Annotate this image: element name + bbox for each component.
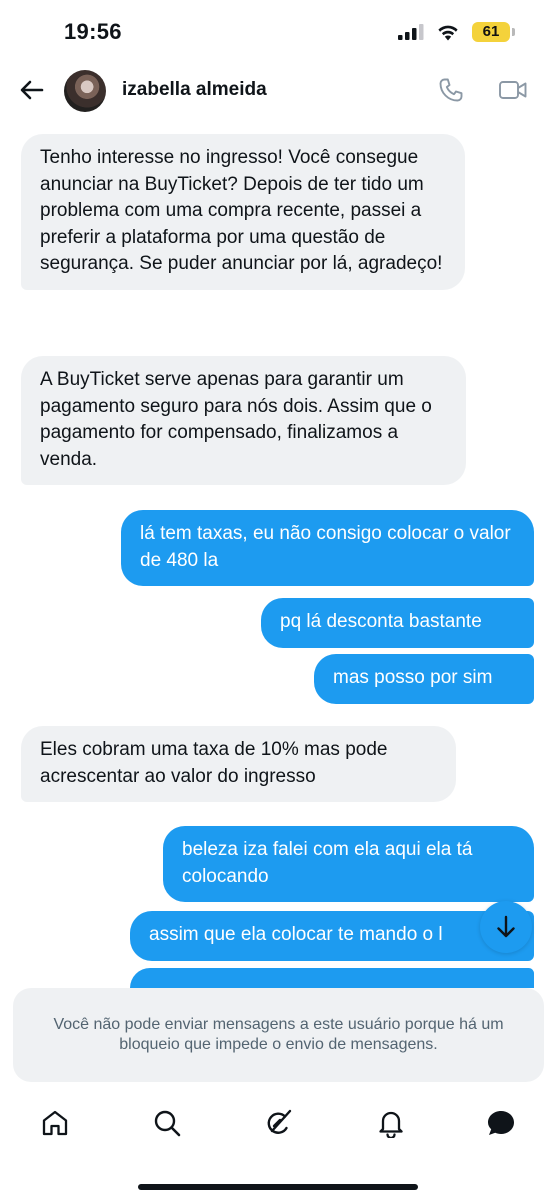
message-list[interactable]: Tenho interesse no ingresso! Você conseg… [0,118,555,988]
blocked-notice-text: Você não pode enviar mensagens a este us… [53,1016,504,1053]
bottom-navigation [0,1098,555,1154]
phone-icon[interactable] [438,77,464,103]
message-incoming[interactable]: A BuyTicket serve apenas para garantir u… [21,356,466,485]
avatar[interactable] [64,70,106,112]
arrow-down-icon [497,915,515,938]
message-incoming[interactable]: Eles cobram uma taxa de 10% mas pode acr… [21,726,456,802]
messages-icon[interactable] [486,1108,516,1138]
message-outgoing[interactable] [130,968,534,988]
search-icon[interactable] [152,1108,182,1138]
message-outgoing[interactable]: beleza iza falei com ela aqui ela tá col… [163,826,534,902]
status-bar: 19:56 61 [0,0,555,62]
blocked-notice: Você não pode enviar mensagens a este us… [13,988,544,1082]
contact-name[interactable]: izabella almeida [122,79,267,101]
video-camera-icon[interactable] [498,77,528,103]
wifi-icon [438,25,458,41]
battery-cap [512,28,515,36]
chat-header: izabella almeida [0,62,555,118]
scroll-to-bottom-button[interactable] [480,901,532,953]
home-icon[interactable] [40,1108,70,1138]
message-incoming[interactable]: Tenho interesse no ingresso! Você conseg… [21,134,465,290]
cellular-signal-icon [398,24,424,40]
grok-icon[interactable] [264,1108,294,1138]
home-indicator [138,1184,418,1190]
status-time: 19:56 [64,19,122,44]
message-outgoing[interactable]: lá tem taxas, eu não consigo colocar o v… [121,510,534,586]
message-outgoing[interactable]: assim que ela colocar te mando o l [130,911,534,961]
battery-indicator: 61 [472,22,510,42]
battery-level: 61 [482,23,500,40]
message-outgoing[interactable]: mas posso por sim [314,654,534,704]
back-arrow-icon[interactable] [18,76,46,104]
message-outgoing[interactable]: pq lá desconta bastante [261,598,534,648]
notifications-icon[interactable] [376,1108,406,1138]
